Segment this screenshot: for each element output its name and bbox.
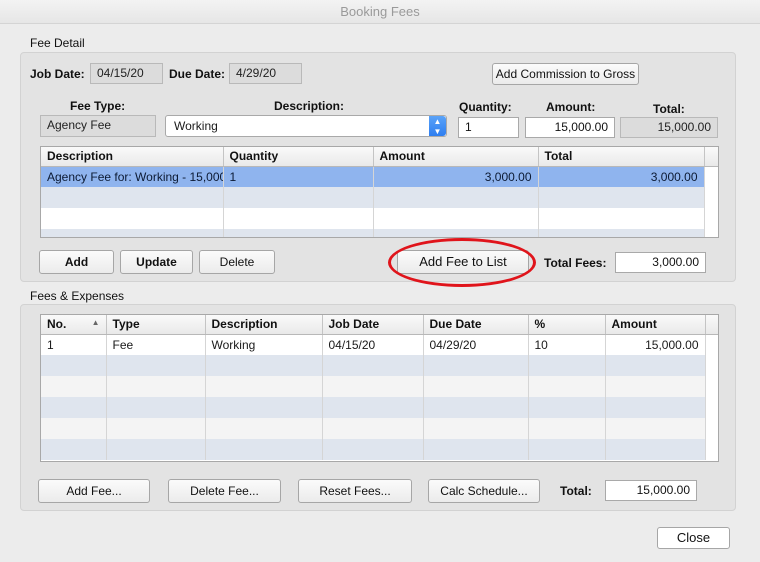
column-header-percent[interactable]: % bbox=[528, 315, 606, 335]
table-row[interactable] bbox=[41, 229, 718, 237]
fees-total-field: 15,000.00 bbox=[605, 480, 697, 501]
description-select-value: Working bbox=[174, 119, 218, 133]
fee-type-label: Fee Type: bbox=[70, 99, 126, 113]
column-header-quantity[interactable]: Quantity bbox=[223, 147, 374, 167]
table-row[interactable] bbox=[41, 376, 718, 397]
add-button[interactable]: Add bbox=[39, 250, 114, 274]
fee-type-field[interactable]: Agency Fee bbox=[40, 115, 156, 137]
column-header-no-label: No. bbox=[47, 317, 67, 332]
cell-description: Agency Fee for: Working - 15,000.00 bbox=[41, 166, 224, 187]
job-date-field[interactable]: 04/15/20 bbox=[90, 63, 163, 84]
update-button[interactable]: Update bbox=[120, 250, 193, 274]
add-commission-to-gross-button[interactable]: Add Commission to Gross bbox=[492, 63, 639, 85]
table-row[interactable] bbox=[41, 187, 718, 208]
quantity-label: Quantity: bbox=[459, 100, 512, 114]
window-title: Booking Fees bbox=[0, 0, 760, 24]
cell-job-date: 04/15/20 bbox=[322, 334, 424, 355]
job-date-label: Job Date: bbox=[30, 67, 85, 81]
fee-detail-section-label: Fee Detail bbox=[30, 36, 85, 50]
close-button[interactable]: Close bbox=[657, 527, 730, 549]
scroll-gutter bbox=[704, 166, 718, 187]
column-header-amount[interactable]: Amount bbox=[605, 315, 706, 335]
column-header-no[interactable]: No. ▲ bbox=[41, 315, 107, 335]
due-date-label: Due Date: bbox=[169, 67, 226, 81]
column-header-description[interactable]: Description bbox=[205, 315, 323, 335]
delete-button[interactable]: Delete bbox=[199, 250, 275, 274]
table-row[interactable] bbox=[41, 355, 718, 376]
sort-ascending-icon: ▲ bbox=[91, 318, 100, 328]
description-select[interactable]: Working ▲ ▼ bbox=[165, 115, 447, 137]
total-field: 15,000.00 bbox=[620, 117, 718, 138]
add-fee-button[interactable]: Add Fee... bbox=[38, 479, 150, 503]
fee-detail-table: Description Quantity Amount Total Agency… bbox=[40, 146, 719, 238]
due-date-field[interactable]: 4/29/20 bbox=[229, 63, 302, 84]
fee-detail-table-header: Description Quantity Amount Total bbox=[41, 147, 718, 167]
table-row[interactable] bbox=[41, 397, 718, 418]
column-header-total[interactable]: Total bbox=[538, 147, 705, 167]
cell-type: Fee bbox=[106, 334, 206, 355]
fees-total-label: Total: bbox=[560, 484, 592, 498]
chevron-up-down-icon: ▲ ▼ bbox=[429, 116, 446, 136]
fees-expenses-section-label: Fees & Expenses bbox=[30, 289, 125, 303]
description-label: Description: bbox=[274, 99, 345, 113]
scroll-gutter bbox=[705, 334, 718, 355]
cell-quantity: 1 bbox=[223, 166, 374, 187]
quantity-field[interactable]: 1 bbox=[458, 117, 519, 138]
cell-percent: 10 bbox=[528, 334, 606, 355]
calc-schedule-button[interactable]: Calc Schedule... bbox=[428, 479, 540, 503]
header-spacer bbox=[705, 315, 718, 335]
fees-expenses-table-header: No. ▲ Type Description Job Date Due Date … bbox=[41, 315, 718, 335]
header-spacer bbox=[704, 147, 718, 167]
booking-fees-window: Booking Fees Fee Detail Job Date: 04/15/… bbox=[0, 0, 760, 562]
reset-fees-button[interactable]: Reset Fees... bbox=[298, 479, 412, 503]
column-header-amount[interactable]: Amount bbox=[373, 147, 539, 167]
total-fees-field: 3,000.00 bbox=[615, 252, 706, 273]
column-header-description[interactable]: Description bbox=[41, 147, 224, 167]
column-header-due-date[interactable]: Due Date bbox=[423, 315, 529, 335]
cell-due-date: 04/29/20 bbox=[423, 334, 529, 355]
table-row[interactable] bbox=[41, 418, 718, 439]
delete-fee-button[interactable]: Delete Fee... bbox=[168, 479, 281, 503]
amount-field[interactable]: 15,000.00 bbox=[525, 117, 615, 138]
annotation-highlight-ring bbox=[388, 238, 536, 287]
total-label: Total: bbox=[653, 102, 685, 116]
column-header-job-date[interactable]: Job Date bbox=[322, 315, 424, 335]
table-row[interactable]: 1 Fee Working 04/15/20 04/29/20 10 15,00… bbox=[41, 334, 718, 355]
column-header-type[interactable]: Type bbox=[106, 315, 206, 335]
amount-label: Amount: bbox=[546, 100, 596, 114]
table-row[interactable]: Agency Fee for: Working - 15,000.00 1 3,… bbox=[41, 166, 718, 187]
cell-amount: 15,000.00 bbox=[605, 334, 706, 355]
table-row[interactable] bbox=[41, 208, 718, 229]
table-row[interactable] bbox=[41, 439, 718, 460]
fees-expenses-table: No. ▲ Type Description Job Date Due Date … bbox=[40, 314, 719, 462]
cell-description: Working bbox=[205, 334, 323, 355]
cell-amount: 3,000.00 bbox=[373, 166, 539, 187]
cell-total: 3,000.00 bbox=[538, 166, 705, 187]
total-fees-label: Total Fees: bbox=[544, 256, 607, 270]
cell-no: 1 bbox=[41, 334, 107, 355]
